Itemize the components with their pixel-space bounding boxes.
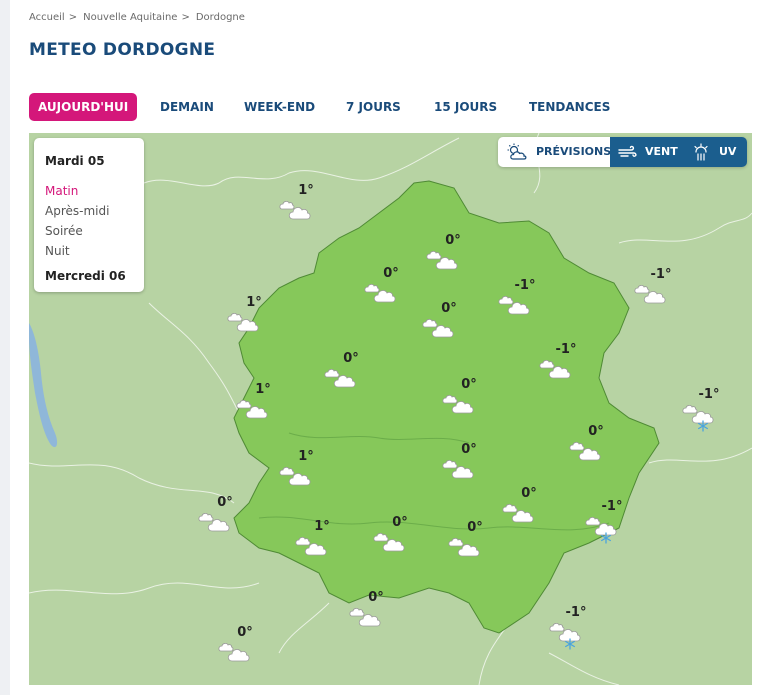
temperature-label: 1° (255, 382, 271, 397)
temperature-label: 1° (298, 183, 314, 198)
breadcrumb: Accueil > Nouvelle Aquitaine > Dordogne (29, 12, 249, 23)
cloud-sun-icon (507, 143, 527, 160)
temperature-label: 0° (383, 266, 399, 281)
temperature-label: 0° (343, 351, 359, 366)
breadcrumb-region[interactable]: Nouvelle Aquitaine (83, 12, 177, 23)
temperature-label: 0° (467, 520, 483, 535)
breadcrumb-home[interactable]: Accueil (29, 12, 65, 23)
temperature-label: 0° (588, 424, 604, 439)
temperature-label: 0° (237, 625, 253, 640)
temperature-label: 0° (521, 486, 537, 501)
mode-uv-button[interactable]: UV (684, 137, 747, 167)
period-morning[interactable]: Matin (45, 184, 78, 198)
breadcrumb-department: Dordogne (195, 12, 245, 23)
temperature-label: 0° (461, 442, 477, 457)
period-afternoon[interactable]: Après-midi (45, 204, 109, 218)
period-evening[interactable]: Soirée (45, 224, 83, 238)
temperature-label: 0° (217, 495, 233, 510)
tab-trends[interactable]: TENDANCES (529, 93, 610, 121)
temperature-label: -1° (565, 605, 587, 620)
temperature-label: 1° (314, 519, 330, 534)
weather-map[interactable]: Mardi 05 Matin Après-midi Soirée Nuit Me… (29, 133, 752, 685)
temperature-label: 1° (298, 449, 314, 464)
mode-wind-button[interactable]: VENT (610, 137, 684, 167)
temperature-label: -1° (555, 342, 577, 357)
sun-rays-icon (694, 143, 708, 161)
mode-wind-label: VENT (645, 145, 678, 158)
tab-tomorrow[interactable]: DEMAIN (160, 93, 214, 121)
temperature-label: -1° (514, 278, 536, 293)
river-gironde (29, 323, 58, 448)
wind-icon (618, 145, 637, 157)
breadcrumb-separator: > (68, 12, 78, 23)
temperature-label: 0° (368, 590, 384, 605)
temperature-label: -1° (650, 267, 672, 282)
day-label[interactable]: Mercredi 06 (45, 269, 126, 283)
temperature-label: 0° (461, 377, 477, 392)
temperature-label: -1° (698, 387, 720, 402)
mode-uv-label: UV (719, 145, 737, 158)
tab-weekend[interactable]: WEEK-END (244, 93, 315, 121)
temperature-label: 1° (246, 295, 262, 310)
tab-15-days[interactable]: 15 JOURS (434, 93, 497, 121)
day-label[interactable]: Mardi 05 (45, 154, 105, 168)
temperature-label: 0° (445, 233, 461, 248)
mode-forecast-button[interactable]: PRÉVISIONS (498, 137, 612, 167)
period-night[interactable]: Nuit (45, 244, 70, 258)
mode-forecast-label: PRÉVISIONS (536, 145, 612, 158)
tab-today[interactable]: AUJOURD'HUI (29, 93, 138, 121)
map-mode-toggle: PRÉVISIONS VENT UV (498, 137, 747, 167)
day-period-panel: Mardi 05 Matin Après-midi Soirée Nuit Me… (34, 138, 144, 292)
left-edge (0, 0, 10, 695)
temperature-label: -1° (601, 499, 623, 514)
page-title: METEO DORDOGNE (29, 40, 216, 60)
breadcrumb-separator: > (181, 12, 190, 23)
tab-7-days[interactable]: 7 JOURS (346, 93, 401, 121)
temperature-label: 0° (392, 515, 408, 530)
temperature-label: 0° (441, 301, 457, 316)
